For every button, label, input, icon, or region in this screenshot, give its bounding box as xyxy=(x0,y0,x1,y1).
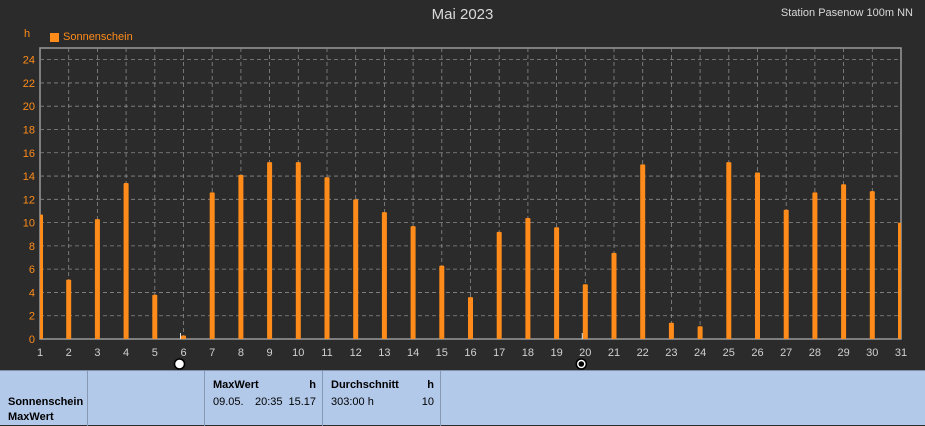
bar xyxy=(869,191,875,339)
summary-table: Sonnenschein MaxWert MaxWert h 09.05. 20… xyxy=(0,370,925,426)
x-tick-label: 22 xyxy=(637,347,649,359)
bar xyxy=(554,227,560,339)
x-tick-label: 30 xyxy=(866,347,878,359)
x-tick-label: 21 xyxy=(608,347,620,359)
y-tick-label: 16 xyxy=(23,148,35,160)
chart-area: Mai 2023 Station Pasenow 100m NN h Sonne… xyxy=(0,0,925,370)
x-tick-label: 25 xyxy=(723,347,735,359)
bar xyxy=(238,174,244,339)
bar xyxy=(66,279,72,339)
bar xyxy=(582,284,588,339)
x-tick-label: 29 xyxy=(837,347,849,359)
bar xyxy=(726,162,732,339)
avg-header: Durchschnitt xyxy=(331,379,399,391)
bar xyxy=(525,217,531,339)
y-tick-label: 22 xyxy=(23,78,35,90)
max-time: 20:35 xyxy=(255,396,283,408)
x-tick-label: 20 xyxy=(579,347,591,359)
avg-value: 10 xyxy=(421,396,434,408)
y-tick-label: 4 xyxy=(29,287,35,299)
bar xyxy=(898,222,901,339)
bar xyxy=(611,252,617,339)
x-tick-label: 6 xyxy=(180,347,186,359)
x-tick-label: 17 xyxy=(493,347,505,359)
bar xyxy=(468,297,473,339)
x-tick-label: 2 xyxy=(66,347,72,359)
x-tick-label: 26 xyxy=(751,347,763,359)
max-unit: h xyxy=(309,379,316,391)
x-tick-label: 19 xyxy=(550,347,562,359)
x-tick-label: 31 xyxy=(895,347,907,359)
bar xyxy=(783,209,789,339)
x-tick-label: 11 xyxy=(321,347,332,359)
bar xyxy=(410,226,416,339)
row-label-maxwert: MaxWert xyxy=(8,411,54,423)
summary-max-cell: MaxWert h 09.05. 20:35 15.17 xyxy=(205,371,323,426)
y-tick-label: 24 xyxy=(23,55,35,67)
full-moon-icon xyxy=(173,358,186,370)
x-tick-label: 16 xyxy=(464,347,476,359)
x-tick-label: 12 xyxy=(350,347,362,359)
x-tick-label: 23 xyxy=(665,347,677,359)
y-tick-label: 14 xyxy=(23,171,35,183)
bar xyxy=(812,192,818,339)
bar xyxy=(697,326,703,339)
x-tick-label: 14 xyxy=(407,347,419,359)
x-tick-label: 3 xyxy=(94,347,100,359)
bar xyxy=(496,231,502,339)
x-tick-label: 7 xyxy=(209,347,215,359)
summary-row-label-cell: Sonnenschein MaxWert xyxy=(0,371,88,426)
y-tick-label: 20 xyxy=(23,101,35,113)
bar xyxy=(353,199,359,339)
bar xyxy=(181,335,186,339)
y-tick-label: 18 xyxy=(23,124,35,136)
bar xyxy=(381,212,387,339)
max-header: MaxWert xyxy=(213,379,259,391)
x-tick-label: 24 xyxy=(694,347,706,359)
y-tick-label: 10 xyxy=(23,218,35,230)
avg-total: 303:00 h xyxy=(331,396,374,408)
bar xyxy=(267,162,273,339)
x-tick-label: 27 xyxy=(780,347,792,359)
bar xyxy=(755,172,760,339)
y-tick-label: 12 xyxy=(23,194,35,206)
bar xyxy=(295,162,301,339)
x-tick-label: 5 xyxy=(152,347,158,359)
bar xyxy=(668,322,674,339)
summary-avg-cell: Durchschnitt h 303:00 h 10 xyxy=(323,371,441,426)
x-tick-label: 10 xyxy=(292,347,304,359)
y-tick-label: 2 xyxy=(29,311,35,323)
bar xyxy=(209,192,215,339)
bar xyxy=(841,184,847,339)
x-tick-label: 8 xyxy=(238,347,244,359)
x-tick-label: 13 xyxy=(378,347,390,359)
bar xyxy=(40,214,43,339)
avg-unit: h xyxy=(427,379,434,391)
bar xyxy=(123,183,129,339)
x-tick-label: 1 xyxy=(37,347,43,359)
bar xyxy=(94,219,100,339)
x-tick-label: 18 xyxy=(522,347,534,359)
bar xyxy=(324,177,330,339)
sunshine-bar-chart: 0246810121416182022241 2 3 4 5 6 7 8 9 10 11 12 13 14… xyxy=(23,47,907,370)
x-tick-label: 4 xyxy=(123,347,129,359)
new-moon-core xyxy=(578,361,585,367)
bar xyxy=(640,164,646,339)
max-date: 09.05. xyxy=(213,396,244,408)
y-tick-label: 0 xyxy=(29,334,35,346)
summary-empty-cell xyxy=(88,371,205,426)
bar xyxy=(152,294,158,339)
x-tick-label: 9 xyxy=(267,347,273,359)
max-value: 15.17 xyxy=(288,396,316,408)
x-tick-label: 15 xyxy=(436,347,448,359)
row-label-sonnenschein: Sonnenschein xyxy=(8,396,84,408)
y-tick-label: 8 xyxy=(29,241,35,253)
x-tick-label: 28 xyxy=(809,347,821,359)
y-tick-label: 6 xyxy=(29,264,35,276)
bar xyxy=(439,265,445,339)
